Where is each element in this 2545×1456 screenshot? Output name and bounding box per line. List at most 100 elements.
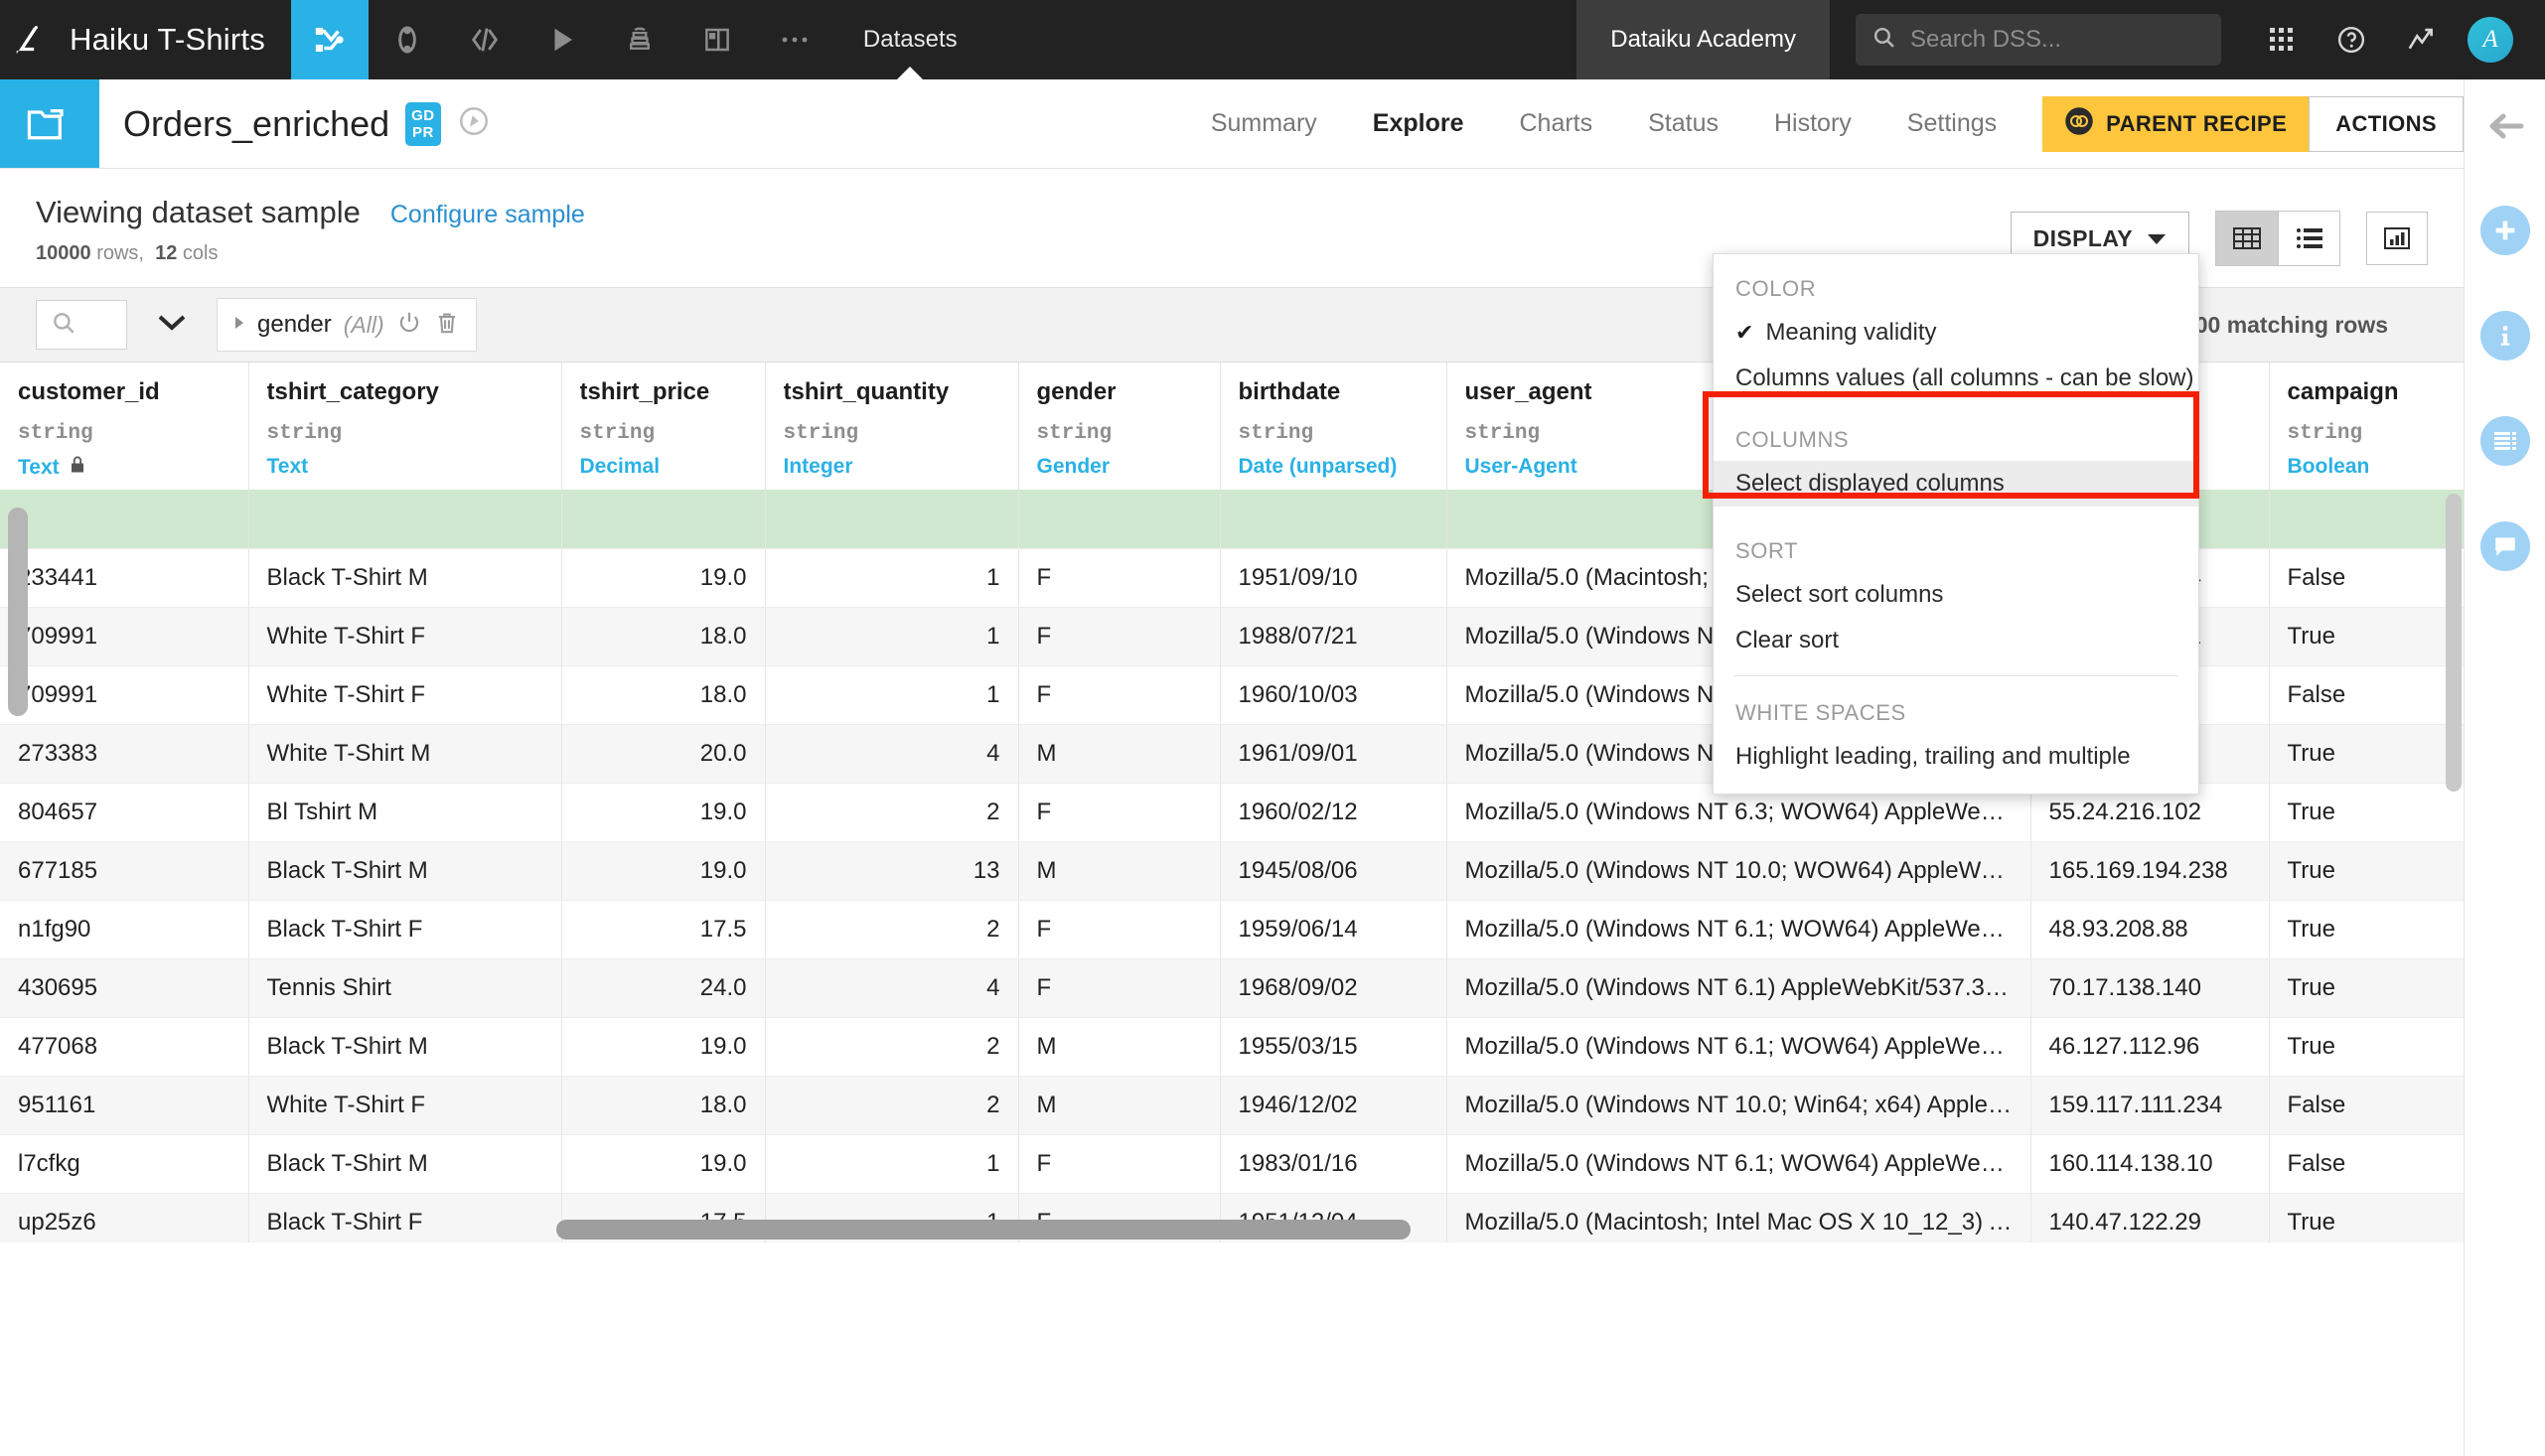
cell-customer_id[interactable]: 233441 bbox=[0, 548, 248, 607]
configure-sample-link[interactable]: Configure sample bbox=[390, 201, 585, 229]
menu-item-columns-values[interactable]: Columns values (all columns - can be slo… bbox=[1714, 356, 2198, 401]
dashboard-icon[interactable] bbox=[678, 0, 756, 79]
cell-user_agent[interactable]: Mozilla/5.0 (Windows NT 6.1; WOW64) Appl… bbox=[1446, 900, 2030, 958]
cell-tshirt_quantity[interactable]: 1 bbox=[765, 607, 1018, 665]
cell-tshirt_quantity[interactable]: 2 bbox=[765, 900, 1018, 958]
column-meaning[interactable]: Gender bbox=[1037, 455, 1202, 479]
cell-tshirt_quantity[interactable]: 13 bbox=[765, 841, 1018, 900]
cell-customer_id[interactable]: up25z6 bbox=[0, 1193, 248, 1242]
tab-history[interactable]: History bbox=[1746, 109, 1879, 138]
dataset-folder-icon[interactable] bbox=[0, 79, 99, 168]
cell-tshirt_price[interactable]: 17.5 bbox=[561, 900, 765, 958]
details-list-icon[interactable] bbox=[2480, 416, 2530, 466]
cell-tshirt_category[interactable]: White T-Shirt M bbox=[248, 724, 561, 783]
cell-tshirt_quantity[interactable]: 2 bbox=[765, 1017, 1018, 1076]
tab-summary[interactable]: Summary bbox=[1183, 109, 1345, 138]
triangle-right-icon[interactable] bbox=[233, 315, 245, 336]
cell-gender[interactable]: F bbox=[1018, 1134, 1220, 1193]
search-input[interactable] bbox=[36, 300, 127, 350]
column-meaning[interactable]: Date (unparsed) bbox=[1239, 455, 1428, 479]
cell-user_agent[interactable]: Mozilla/5.0 (Windows NT 10.0; WOW64) App… bbox=[1446, 841, 2030, 900]
more-ellipsis-icon[interactable] bbox=[756, 0, 833, 79]
jobs-play-icon[interactable] bbox=[524, 0, 601, 79]
cell-gender[interactable]: M bbox=[1018, 1017, 1220, 1076]
cell-customer_id[interactable]: 273383 bbox=[0, 724, 248, 783]
apps-grid-icon[interactable] bbox=[2247, 27, 2317, 53]
cell-ip_address[interactable]: 165.169.194.238 bbox=[2030, 841, 2269, 900]
cell-tshirt_category[interactable]: White T-Shirt F bbox=[248, 665, 561, 724]
cell-birthdate[interactable]: 1960/10/03 bbox=[1220, 665, 1446, 724]
column-header-campaign[interactable]: campaignstringBoolean bbox=[2269, 363, 2475, 490]
cell-tshirt_price[interactable]: 18.0 bbox=[561, 607, 765, 665]
cell-birthdate[interactable]: 1961/09/01 bbox=[1220, 724, 1446, 783]
column-header-tshirt_category[interactable]: tshirt_categorystringText bbox=[248, 363, 561, 490]
cell-gender[interactable]: F bbox=[1018, 665, 1220, 724]
cell-customer_id[interactable]: n1fg90 bbox=[0, 900, 248, 958]
cell-campaign[interactable]: True bbox=[2269, 783, 2475, 841]
tab-explore[interactable]: Explore bbox=[1345, 109, 1492, 138]
cell-birthdate[interactable]: 1983/01/16 bbox=[1220, 1134, 1446, 1193]
cell-tshirt_category[interactable]: Black T-Shirt M bbox=[248, 1134, 561, 1193]
cell-tshirt_price[interactable]: 24.0 bbox=[561, 958, 765, 1017]
cell-tshirt_price[interactable]: 19.0 bbox=[561, 1134, 765, 1193]
cell-gender[interactable]: M bbox=[1018, 724, 1220, 783]
cell-birthdate[interactable]: 1959/06/14 bbox=[1220, 900, 1446, 958]
cell-campaign[interactable]: False bbox=[2269, 548, 2475, 607]
cell-tshirt_quantity[interactable]: 4 bbox=[765, 724, 1018, 783]
cell-gender[interactable]: F bbox=[1018, 548, 1220, 607]
column-meaning[interactable]: Decimal bbox=[580, 455, 747, 479]
cell-customer_id[interactable]: 709991 bbox=[0, 665, 248, 724]
dataiku-academy-link[interactable]: Dataiku Academy bbox=[1576, 0, 1830, 79]
parent-recipe-button[interactable]: PARENT RECIPE bbox=[2042, 96, 2309, 152]
cell-tshirt_quantity[interactable]: 1 bbox=[765, 548, 1018, 607]
cell-customer_id[interactable]: 430695 bbox=[0, 958, 248, 1017]
table-row[interactable]: 477068Black T-Shirt M19.02M1955/03/15Moz… bbox=[0, 1017, 2475, 1076]
cell-customer_id[interactable]: 951161 bbox=[0, 1076, 248, 1134]
cell-tshirt_quantity[interactable]: 1 bbox=[765, 665, 1018, 724]
cell-customer_id[interactable]: 804657 bbox=[0, 783, 248, 841]
vertical-scrollbar-left[interactable] bbox=[8, 508, 28, 716]
menu-item-highlight-whitespaces[interactable]: Highlight leading, trailing and multiple bbox=[1714, 734, 2198, 780]
cell-user_agent[interactable]: Mozilla/5.0 (Windows NT 6.1; WOW64) Appl… bbox=[1446, 1134, 2030, 1193]
cell-campaign[interactable]: True bbox=[2269, 900, 2475, 958]
column-meaning[interactable]: Text bbox=[267, 455, 543, 479]
avatar[interactable]: A bbox=[2456, 17, 2525, 63]
cell-gender[interactable]: M bbox=[1018, 1076, 1220, 1134]
actions-button[interactable]: ACTIONS bbox=[2309, 96, 2464, 152]
cell-campaign[interactable]: True bbox=[2269, 1017, 2475, 1076]
cell-campaign[interactable]: True bbox=[2269, 607, 2475, 665]
column-meaning[interactable]: Integer bbox=[784, 455, 1000, 479]
chat-discussion-icon[interactable] bbox=[2480, 521, 2530, 571]
cell-ip_address[interactable]: 140.47.122.29 bbox=[2030, 1193, 2269, 1242]
cell-tshirt_category[interactable]: Black T-Shirt M bbox=[248, 841, 561, 900]
compass-explore-icon[interactable] bbox=[457, 104, 491, 143]
info-icon[interactable] bbox=[2480, 311, 2530, 361]
cell-ip_address[interactable]: 48.93.208.88 bbox=[2030, 900, 2269, 958]
cell-tshirt_price[interactable]: 20.0 bbox=[561, 724, 765, 783]
column-header-tshirt_price[interactable]: tshirt_pricestringDecimal bbox=[561, 363, 765, 490]
cell-campaign[interactable]: True bbox=[2269, 958, 2475, 1017]
cell-campaign[interactable]: True bbox=[2269, 1193, 2475, 1242]
bar-chart-view-icon[interactable] bbox=[2366, 212, 2428, 265]
cell-customer_id[interactable]: l7cfkg bbox=[0, 1134, 248, 1193]
table-row[interactable]: 951161White T-Shirt F18.02M1946/12/02Moz… bbox=[0, 1076, 2475, 1134]
cell-birthdate[interactable]: 1960/02/12 bbox=[1220, 783, 1446, 841]
global-search-box[interactable] bbox=[1856, 14, 2221, 66]
cell-ip_address[interactable]: 159.117.111.234 bbox=[2030, 1076, 2269, 1134]
cell-user_agent[interactable]: Mozilla/5.0 (Windows NT 6.1; WOW64) Appl… bbox=[1446, 1017, 2030, 1076]
add-plus-icon[interactable] bbox=[2480, 206, 2530, 255]
topbar-section-datasets[interactable]: Datasets bbox=[833, 0, 987, 79]
cell-ip_address[interactable]: 70.17.138.140 bbox=[2030, 958, 2269, 1017]
cell-tshirt_category[interactable]: Black T-Shirt M bbox=[248, 1017, 561, 1076]
project-name[interactable]: Haiku T-Shirts bbox=[62, 0, 291, 79]
cell-customer_id[interactable]: 677185 bbox=[0, 841, 248, 900]
list-view-icon[interactable] bbox=[2278, 212, 2339, 265]
cell-tshirt_quantity[interactable]: 2 bbox=[765, 783, 1018, 841]
trend-chart-icon[interactable] bbox=[2386, 25, 2456, 55]
cell-birthdate[interactable]: 1946/12/02 bbox=[1220, 1076, 1446, 1134]
cell-tshirt_price[interactable]: 19.0 bbox=[561, 841, 765, 900]
cell-tshirt_quantity[interactable]: 1 bbox=[765, 1134, 1018, 1193]
table-row[interactable]: l7cfkgBlack T-Shirt M19.01F1983/01/16Moz… bbox=[0, 1134, 2475, 1193]
cell-tshirt_price[interactable]: 19.0 bbox=[561, 1017, 765, 1076]
collapse-left-arrow-icon[interactable] bbox=[2483, 107, 2527, 150]
